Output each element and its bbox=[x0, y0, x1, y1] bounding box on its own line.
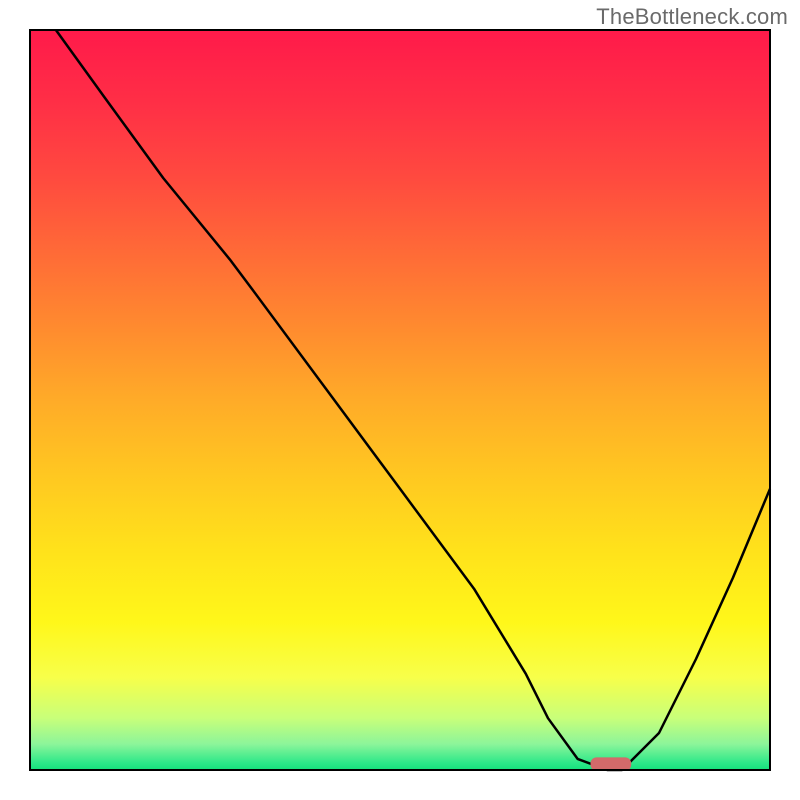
bottleneck-chart: TheBottleneck.com bbox=[0, 0, 800, 800]
gradient-background bbox=[30, 30, 770, 770]
marker-optimal-marker bbox=[591, 757, 632, 770]
chart-svg bbox=[0, 0, 800, 800]
watermark-text: TheBottleneck.com bbox=[596, 4, 788, 30]
